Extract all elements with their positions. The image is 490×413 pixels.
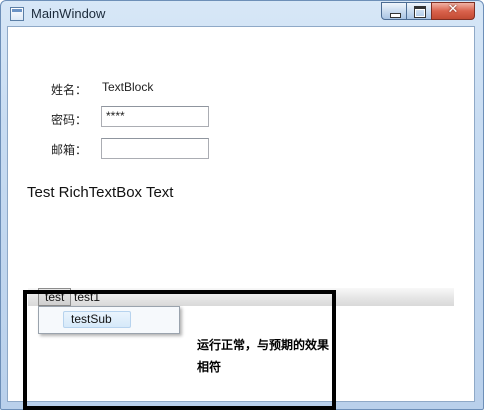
email-field[interactable] xyxy=(101,138,209,159)
minimize-button[interactable] xyxy=(381,2,407,20)
minimize-icon xyxy=(390,13,401,18)
password-field[interactable]: **** xyxy=(101,106,209,127)
maximize-icon xyxy=(414,6,426,18)
close-icon: ✕ xyxy=(447,2,459,17)
window-title: MainWindow xyxy=(31,6,106,21)
password-label: 密码： xyxy=(51,113,88,127)
maximize-button[interactable] xyxy=(406,2,432,20)
caption-buttons: ✕ xyxy=(381,2,475,20)
close-button[interactable]: ✕ xyxy=(431,2,475,20)
annotation-text: 运行正常，与预期的效果相符 xyxy=(197,338,330,374)
richtextbox[interactable]: Test RichTextBox Text xyxy=(27,184,173,201)
title-bar[interactable]: MainWindow ✕ xyxy=(1,1,483,27)
email-label: 邮箱： xyxy=(51,143,88,157)
name-label: 姓名： xyxy=(51,83,88,97)
app-window-icon[interactable] xyxy=(10,7,24,21)
name-textblock: TextBlock xyxy=(102,80,154,94)
